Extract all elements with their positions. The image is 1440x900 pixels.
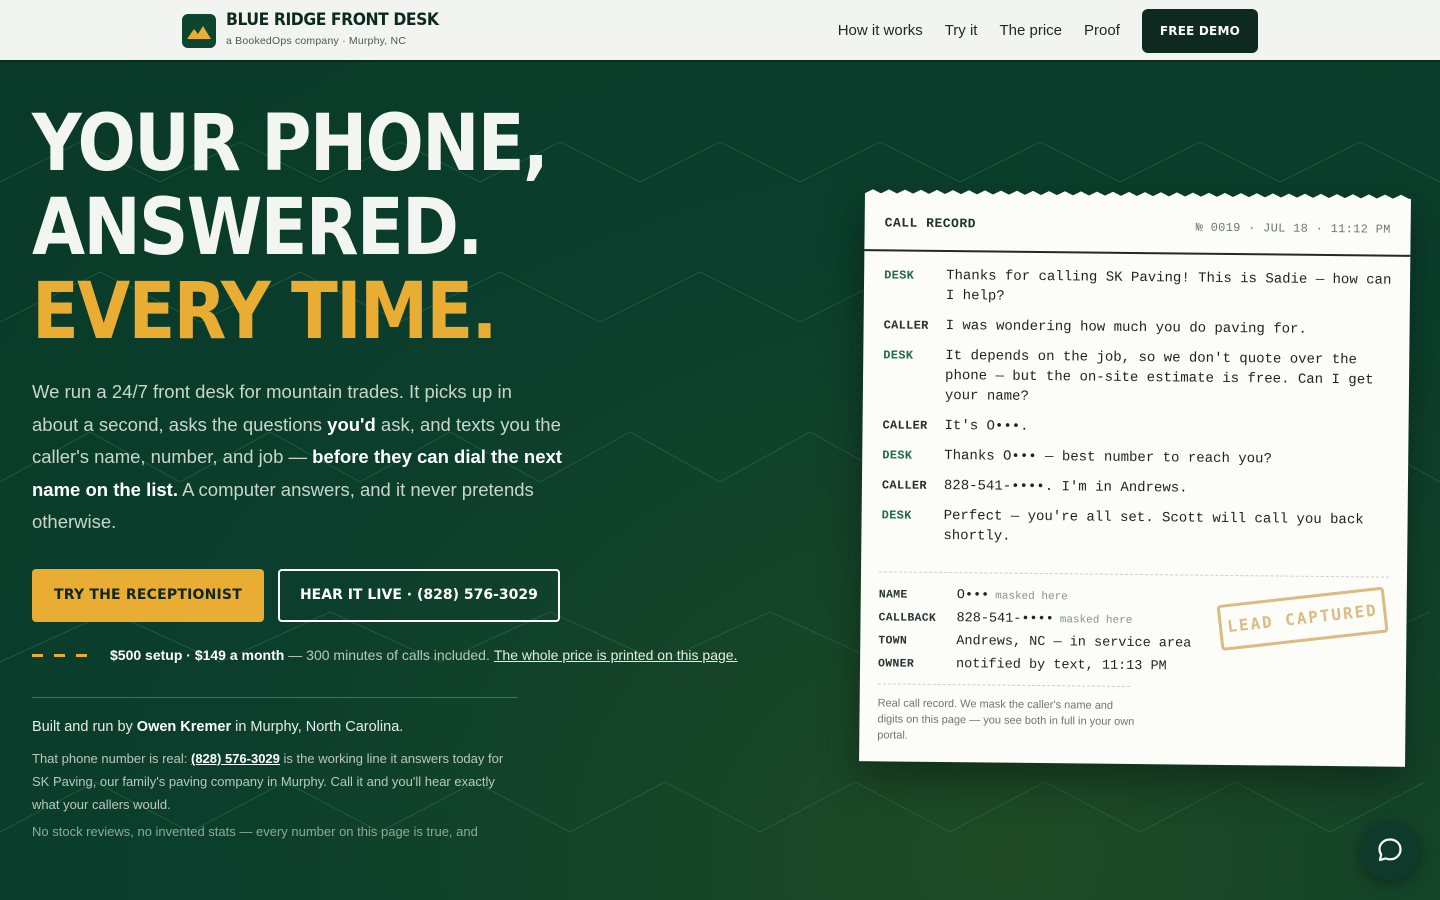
chat-bubble-icon [1378, 838, 1402, 862]
lead-field-text: 828-541-•••• [956, 611, 1054, 628]
utterance: It depends on the job, so we don't quote… [944, 348, 1374, 405]
lead-field-text: Andrews, NC — in service area [956, 634, 1192, 652]
price-details: — 300 minutes of calls included. [288, 647, 490, 663]
headline-line-2: ANSWERED. [32, 183, 483, 273]
speaker-label: CALLER [881, 478, 928, 493]
builder-text: in Murphy, North Carolina. [231, 719, 404, 735]
speaker-label: DESK [882, 448, 913, 463]
transcript-line: DESK Perfect — you're all set. Scott will… [881, 505, 1391, 550]
hero-headline: YOUR PHONE, ANSWERED. EVERY TIME. [32, 99, 549, 357]
speaker-label: DESK [884, 268, 915, 283]
lead-field-text: notified by text, 11:13 PM [955, 657, 1167, 675]
lead-captured-stamp: LEAD CAPTURED [1216, 586, 1389, 651]
nav-try-it[interactable]: Try it [945, 9, 978, 53]
speaker-label: CALLER [882, 418, 928, 433]
proof-text: That phone number is real: [32, 751, 191, 766]
divider [877, 683, 1130, 687]
utterance: It's O•••. [944, 418, 1029, 435]
lead-field-value: O••• masked here [957, 588, 1068, 604]
transcript-line: DESK It depends on the job, so we don't q… [883, 345, 1394, 410]
call-record-meta: № 0019 · JUL 18 · 11:12 PM [1195, 220, 1391, 237]
mountain-icon [182, 14, 216, 48]
builder-credit: Built and run by Owen Kremer in Murphy, … [32, 719, 403, 735]
lead-field-note: masked here [995, 590, 1068, 604]
brand[interactable]: BLUE RIDGE FRONT DESK a BookedOps compan… [182, 10, 457, 48]
lead-field-value: 828-541-•••• masked here [956, 611, 1132, 628]
honesty-note: No stock reviews, no invented stats — ev… [32, 824, 478, 839]
price-amount: $500 setup · $149 a month [110, 647, 285, 663]
proof-phone-link[interactable]: (828) 576-3029 [191, 751, 280, 766]
lead-field: OWNER notified by text, 11:13 PM [878, 652, 1198, 678]
lead-field-key: CALLBACK [878, 611, 937, 625]
transcript-line: CALLER 828-541-••••. I'm in Andrews. [882, 475, 1392, 500]
lead-field: TOWN Andrews, NC — in service area [878, 629, 1198, 655]
lead-field-note: masked here [1059, 614, 1133, 627]
headline-line-3: EVERY TIME. [32, 267, 498, 357]
chat-launcher-button[interactable] [1360, 820, 1420, 880]
call-record-card: CALL RECORD № 0019 · JUL 18 · 11:12 PM D… [859, 189, 1411, 767]
call-record-header: CALL RECORD № 0019 · JUL 18 · 11:12 PM [864, 193, 1411, 257]
top-navigation-bar: BLUE RIDGE FRONT DESK a BookedOps compan… [0, 0, 1440, 62]
utterance: I was wondering how much you do paving f… [945, 318, 1307, 338]
builder-name: Owen Kremer [136, 719, 232, 735]
divider [32, 697, 518, 698]
transcript-line: CALLER It's O•••. [882, 415, 1392, 440]
main-nav: How it works Try it The price Proof FREE… [838, 9, 1258, 53]
call-record-title: CALL RECORD [884, 215, 977, 232]
hear-it-live-button[interactable]: HEAR IT LIVE · (828) 576-3029 [277, 569, 560, 622]
transcript-line: DESK Thanks O••• — best number to reach y… [882, 445, 1392, 470]
call-record-note: Real call record. We mask the caller's n… [877, 697, 1135, 742]
utterance: Thanks for calling SK Paving! This is Sa… [945, 268, 1392, 305]
utterance: Thanks O••• — best number to reach you? [944, 448, 1272, 468]
hero-description: We run a 24/7 front desk for mountain tr… [32, 376, 562, 539]
proof-paragraph: That phone number is real: (828) 576-302… [32, 747, 512, 816]
call-transcript: DESK Thanks for calling SK Paving! This i… [881, 265, 1394, 560]
hero-cta-row: TRY THE RECEPTIONIST HEAR IT LIVE · (828… [32, 569, 560, 622]
utterance: Perfect — you're all set. Scott will cal… [943, 507, 1364, 545]
lede-emphasis: you'd [327, 413, 376, 435]
lead-field-value: Andrews, NC — in service area [956, 634, 1191, 651]
speaker-label: CALLER [883, 318, 929, 333]
lead-field-key: OWNER [877, 657, 915, 671]
headline-line-1: YOUR PHONE, [32, 99, 549, 189]
brand-tagline: a BookedOps company · Murphy, NC [226, 34, 407, 47]
lead-field: NAME O••• masked here [879, 583, 1199, 609]
utterance: 828-541-••••. I'm in Andrews. [943, 477, 1188, 497]
speaker-label: DESK [881, 508, 912, 523]
price-summary: $500 setup · $149 a month — 300 minutes … [32, 647, 737, 663]
transcript-line: DESK Thanks for calling SK Paving! This i… [884, 265, 1394, 310]
brand-name: BLUE RIDGE FRONT DESK [226, 9, 439, 30]
nav-how-it-works[interactable]: How it works [838, 9, 923, 53]
try-receptionist-button[interactable]: TRY THE RECEPTIONIST [32, 569, 264, 622]
lead-field-text: O••• [956, 588, 990, 604]
speaker-label: DESK [883, 348, 914, 363]
price-link[interactable]: The whole price is printed on this page. [494, 647, 738, 663]
builder-text: Built and run by [32, 719, 137, 735]
nav-proof[interactable]: Proof [1084, 9, 1120, 53]
free-demo-button[interactable]: FREE DEMO [1141, 9, 1258, 53]
transcript-line: CALLER I was wondering how much you do pa… [884, 315, 1394, 340]
nav-the-price[interactable]: The price [999, 9, 1062, 53]
lead-field-value: notified by text, 11:13 PM [956, 657, 1167, 674]
lead-field: CALLBACK 828-541-•••• masked here [878, 606, 1198, 632]
divider [879, 571, 1390, 578]
lead-fields: NAME O••• masked here CALLBACK 828-541-•••• m… [878, 583, 1199, 678]
lead-field-key: TOWN [878, 634, 908, 648]
lead-field-key: NAME [878, 588, 908, 602]
dash-decoration [32, 653, 87, 657]
